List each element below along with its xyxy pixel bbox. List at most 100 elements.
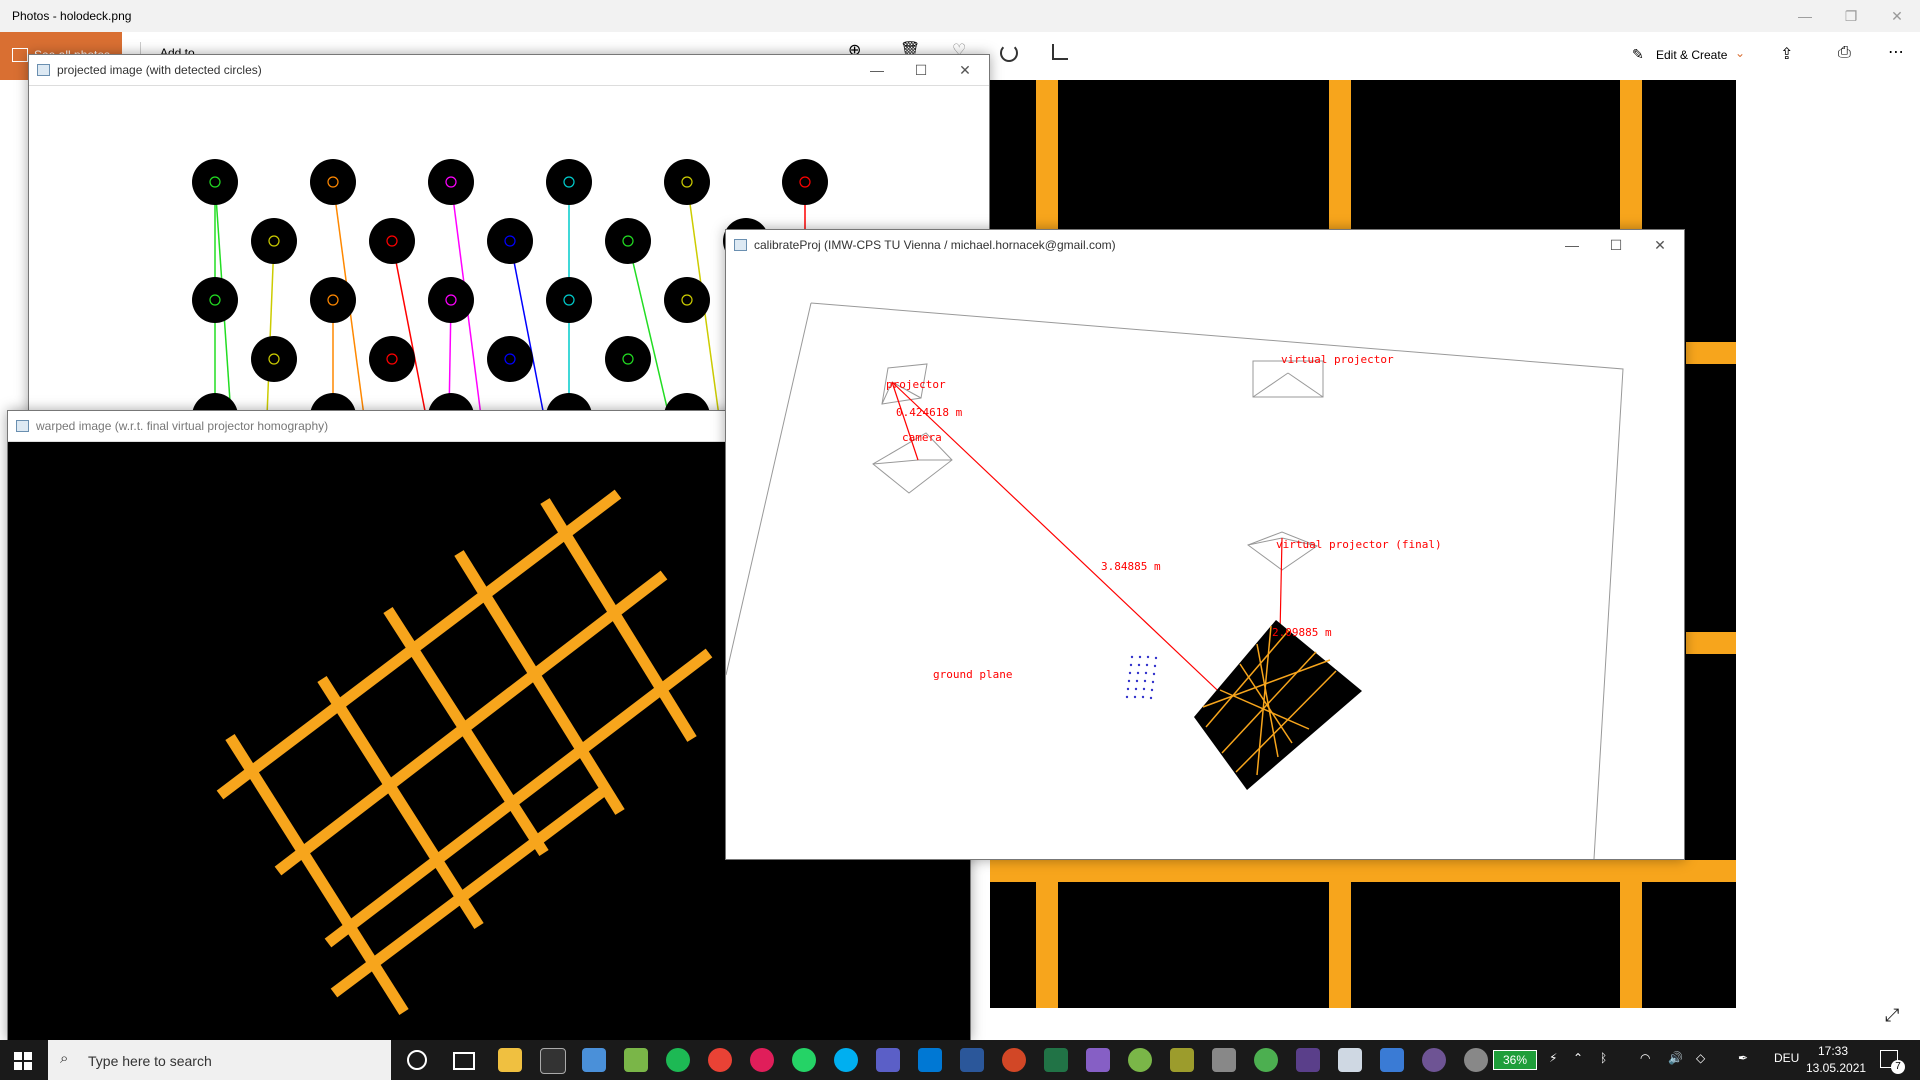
window-app-icon <box>734 239 747 251</box>
network-app-icon[interactable] <box>1212 1048 1236 1072</box>
skype-icon[interactable] <box>834 1048 858 1072</box>
label-distance-projector-plane: 3.84885 m <box>1101 560 1161 573</box>
print-icon[interactable]: ⎙ <box>1838 44 1851 62</box>
detected-circle <box>605 218 651 264</box>
virtual-projector-frustum <box>1252 360 1324 398</box>
detected-circle <box>310 277 356 323</box>
projected-image-titlebar: projected image (with detected circles) … <box>29 55 989 86</box>
photo-orange-stripe <box>1686 632 1736 654</box>
calibrateproj-window: calibrateProj (IMW-CPS TU Vienna / micha… <box>725 229 1685 860</box>
notification-count-badge: 7 <box>1891 1060 1905 1074</box>
label-distance-final-plane: 2.09885 m <box>1272 626 1332 639</box>
minimize-button[interactable]: — <box>1550 230 1594 260</box>
distance-line <box>891 381 1234 706</box>
detected-circle <box>310 159 356 205</box>
wifi-icon[interactable]: ◠ <box>1640 1051 1650 1065</box>
photos-window-title: Photos - holodeck.png <box>12 9 132 23</box>
cortana-icon[interactable] <box>407 1050 427 1070</box>
detected-circle <box>369 336 415 382</box>
detected-circle <box>251 336 297 382</box>
detected-circle <box>487 336 533 382</box>
detected-circle <box>428 277 474 323</box>
maximize-button[interactable]: ☐ <box>899 55 943 85</box>
powerpoint-icon[interactable] <box>1002 1048 1026 1072</box>
detected-circle <box>251 218 297 264</box>
label-distance-projector-camera: 0.424618 m <box>896 406 963 419</box>
label-projector: projector <box>886 378 946 391</box>
detected-circle <box>546 159 592 205</box>
detected-circle <box>546 277 592 323</box>
photos-close-button[interactable]: ✕ <box>1874 0 1920 32</box>
bluetooth-icon[interactable]: ᛒ <box>1600 1051 1607 1065</box>
spotify-icon[interactable] <box>666 1048 690 1072</box>
photos-maximize-button[interactable]: ❐ <box>1828 0 1874 32</box>
calculator-icon[interactable] <box>582 1048 606 1072</box>
photo-orange-stripe <box>990 860 1736 882</box>
close-button[interactable]: ✕ <box>1638 230 1682 260</box>
calibrateproj-titlebar: calibrateProj (IMW-CPS TU Vienna / micha… <box>726 230 1684 260</box>
start-button[interactable] <box>0 1040 48 1080</box>
clock-time[interactable]: 17:33 <box>1818 1044 1848 1058</box>
detected-circle <box>664 159 710 205</box>
label-camera: camera <box>902 431 942 444</box>
label-virtual-projector-final: virtual projector (final) <box>1276 538 1442 551</box>
battery-indicator[interactable]: 36% <box>1493 1050 1537 1070</box>
warped-image-title: warped image (w.r.t. final virtual proje… <box>36 419 329 433</box>
minimize-button[interactable]: — <box>855 55 899 85</box>
photos-app-icon[interactable] <box>1380 1048 1404 1072</box>
detected-circle <box>605 336 651 382</box>
chrome-icon[interactable] <box>708 1048 732 1072</box>
globe-app-icon[interactable] <box>1254 1048 1278 1072</box>
maximize-button[interactable]: ☐ <box>1594 230 1638 260</box>
label-virtual-projector: virtual projector <box>1281 353 1394 366</box>
detected-circle <box>369 218 415 264</box>
detected-circle <box>664 277 710 323</box>
photos-minimize-button[interactable]: — <box>1782 0 1828 32</box>
calibrateproj-title: calibrateProj (IMW-CPS TU Vienna / micha… <box>754 238 1116 252</box>
outlook-icon[interactable] <box>918 1048 942 1072</box>
dropbox-icon[interactable]: ◇ <box>1696 1051 1705 1065</box>
search-placeholder: Type here to search <box>88 1053 212 1069</box>
paint-app-icon[interactable] <box>1464 1048 1488 1072</box>
crop-icon[interactable] <box>1052 44 1068 60</box>
terminal-icon[interactable] <box>540 1048 566 1074</box>
word-icon[interactable] <box>960 1048 984 1072</box>
task-view-icon[interactable] <box>453 1052 475 1070</box>
rotate-icon[interactable] <box>1000 44 1018 62</box>
notepad-icon[interactable] <box>624 1048 648 1072</box>
photos-titlebar <box>0 0 1920 32</box>
window-app-icon <box>16 420 29 432</box>
ground-plane-outline <box>726 302 812 676</box>
close-button[interactable]: ✕ <box>943 55 987 85</box>
detected-circle <box>192 159 238 205</box>
detected-circle <box>192 277 238 323</box>
edit-create-button[interactable]: Edit & Create <box>1656 48 1727 62</box>
file-explorer-icon[interactable] <box>498 1048 522 1072</box>
search-icon: ⌕ <box>60 1050 69 1067</box>
volume-icon[interactable]: 🔊 <box>1668 1051 1683 1065</box>
github-desktop-icon[interactable] <box>1422 1048 1446 1072</box>
media-app-icon[interactable] <box>1296 1048 1320 1072</box>
share-icon[interactable]: ⇪ <box>1780 44 1793 64</box>
qgis-icon[interactable] <box>1128 1048 1152 1072</box>
whatsapp-icon[interactable] <box>792 1048 816 1072</box>
edit-create-icon: ✎ <box>1632 46 1644 62</box>
visual-studio-icon[interactable] <box>1086 1048 1110 1072</box>
detected-circle <box>782 159 828 205</box>
expand-icon[interactable]: ⤢ <box>1885 1005 1899 1026</box>
pen-icon[interactable]: ✒ <box>1738 1051 1748 1065</box>
language-indicator[interactable]: DEU <box>1774 1051 1799 1065</box>
projected-grid-quad <box>1194 620 1362 790</box>
opencv-window-icon[interactable] <box>1338 1048 1362 1072</box>
photo-orange-stripe <box>1686 342 1736 364</box>
excel-icon[interactable] <box>1044 1048 1068 1072</box>
more-options-icon[interactable]: ⋯ <box>1888 42 1904 62</box>
detected-circle <box>487 218 533 264</box>
teams-icon[interactable] <box>876 1048 900 1072</box>
chevron-up-icon[interactable]: ⌃ <box>1573 1051 1583 1065</box>
clock-date[interactable]: 13.05.2021 <box>1806 1061 1866 1075</box>
latex-editor-icon[interactable] <box>1170 1048 1194 1072</box>
slack-icon[interactable] <box>750 1048 774 1072</box>
chevron-down-icon: ⌄ <box>1735 46 1746 60</box>
photos-icon <box>12 48 28 62</box>
